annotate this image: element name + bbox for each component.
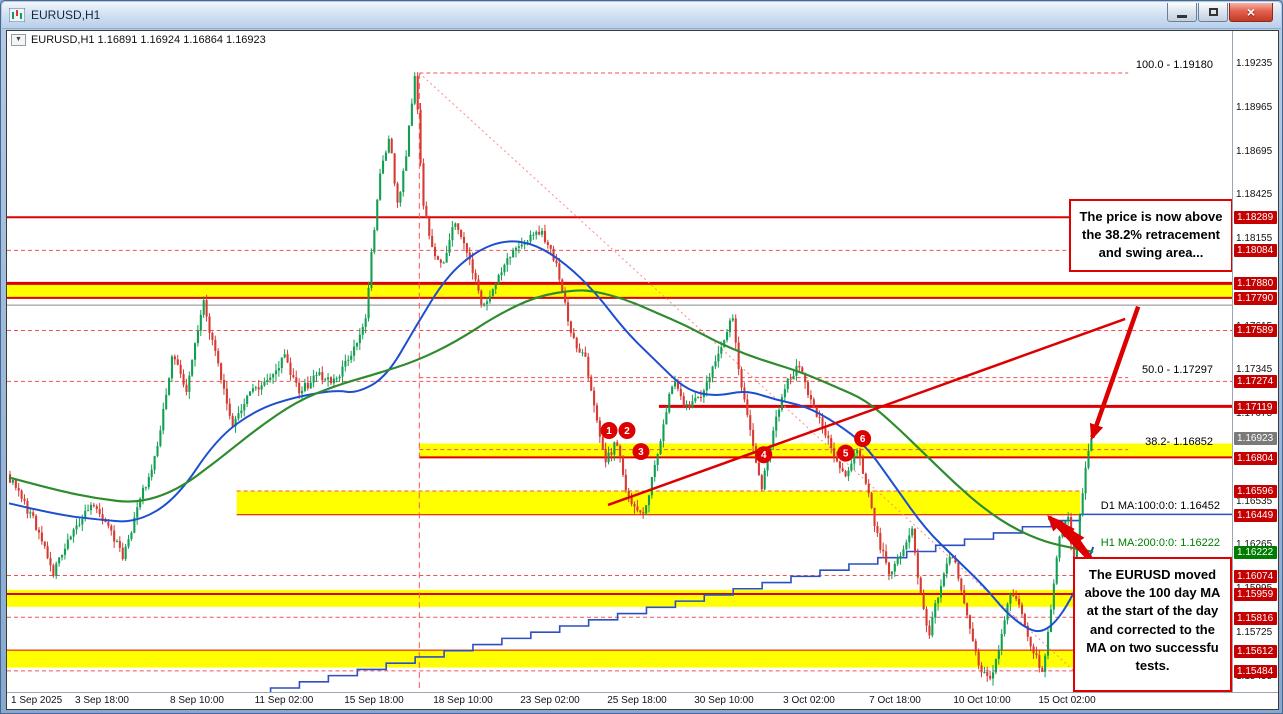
number-marker[interactable]: 1 xyxy=(601,422,618,439)
price-chart[interactable]: 1 23 4 56 xyxy=(7,31,1232,692)
price-axis[interactable]: 1.19235 1.18965 1.18695 1.18425 1.18155 1.178… xyxy=(1232,31,1278,692)
maximize-button[interactable] xyxy=(1198,3,1228,22)
price-badge: 1.15612 xyxy=(1234,645,1277,658)
price-badge: 1.16074 xyxy=(1234,570,1277,583)
mt4-window: EURUSD,H1 × 1 23 4 56 ▼ EURUSD,H1 1.16891 1… xyxy=(0,0,1283,714)
window-controls: × xyxy=(1167,3,1273,22)
price-badge: 1.16804 xyxy=(1234,452,1277,465)
chart-area: 1 23 4 56 ▼ EURUSD,H1 1.16891 1.16924 1.168… xyxy=(6,30,1279,710)
number-marker[interactable]: 2 xyxy=(619,422,636,439)
time-tick: 3 Sep 18:00 xyxy=(75,695,129,706)
time-tick: 8 Sep 10:00 xyxy=(170,695,224,706)
time-tick: 18 Sep 10:00 xyxy=(433,695,493,706)
app-icon xyxy=(9,8,25,22)
price-tick: 1.17345 xyxy=(1236,364,1272,375)
number-marker[interactable]: 4 xyxy=(755,446,772,463)
ohlc-header: ▼ EURUSD,H1 1.16891 1.16924 1.16864 1.16… xyxy=(11,34,266,46)
price-tick: 1.18965 xyxy=(1236,102,1272,113)
maximize-icon xyxy=(1209,8,1218,16)
number-marker[interactable]: 5 xyxy=(837,445,854,462)
price-badge: 1.15816 xyxy=(1234,612,1277,625)
price-badge: 1.16923 xyxy=(1234,432,1277,445)
minimize-icon xyxy=(1177,15,1187,18)
fib-label-100: 100.0 - 1.19180 xyxy=(1136,59,1213,71)
time-tick: 11 Sep 02:00 xyxy=(255,695,314,706)
chart-dropdown-button[interactable]: ▼ xyxy=(11,34,26,46)
time-tick: 23 Sep 02:00 xyxy=(520,695,580,706)
time-tick: 15 Sep 18:00 xyxy=(344,695,404,706)
price-badge: 1.16222 xyxy=(1234,546,1277,559)
minimize-button[interactable] xyxy=(1167,3,1197,22)
price-badge: 1.15484 xyxy=(1234,665,1277,678)
close-button[interactable]: × xyxy=(1229,3,1273,22)
plot[interactable]: 1 23 4 56 ▼ EURUSD,H1 1.16891 1.16924 1.168… xyxy=(7,31,1232,692)
time-tick: 7 Oct 18:00 xyxy=(869,695,921,706)
number-marker[interactable]: 3 xyxy=(632,443,649,460)
number-marker[interactable]: 6 xyxy=(854,430,871,447)
price-tick: 1.18695 xyxy=(1236,146,1272,157)
fib-label-38: 38.2- 1.16852 xyxy=(1145,436,1213,448)
price-tick: 1.18155 xyxy=(1236,233,1272,244)
price-badge: 1.18084 xyxy=(1234,244,1277,257)
time-axis[interactable]: 1 Sep 2025 3 Sep 18:00 8 Sep 10:00 11 Sep 0… xyxy=(7,692,1278,709)
price-badge: 1.17790 xyxy=(1234,292,1277,305)
fib-label-50: 50.0 - 1.17297 xyxy=(1142,364,1213,376)
ohlc-text: EURUSD,H1 1.16891 1.16924 1.16864 1.1692… xyxy=(31,34,266,46)
time-tick: 1 Sep 2025 xyxy=(11,695,62,706)
svg-text:3: 3 xyxy=(638,447,644,458)
svg-text:2: 2 xyxy=(624,426,630,437)
svg-text:6: 6 xyxy=(860,434,866,445)
price-badge: 1.17589 xyxy=(1234,324,1277,337)
price-badge: 1.16449 xyxy=(1234,509,1277,522)
price-tick: 1.18425 xyxy=(1236,189,1272,200)
h1-100-ma-line xyxy=(9,241,1093,631)
callout-bottom[interactable]: The EURUSD moved above the 100 day MA at… xyxy=(1073,557,1232,692)
svg-text:1: 1 xyxy=(606,426,612,437)
price-badge: 1.18289 xyxy=(1234,211,1277,224)
price-badge: 1.15959 xyxy=(1234,588,1277,601)
svg-text:4: 4 xyxy=(761,450,767,461)
price-badge: 1.17880 xyxy=(1234,277,1277,290)
titlebar[interactable]: EURUSD,H1 × xyxy=(2,2,1281,29)
price-tick: 1.19235 xyxy=(1236,58,1272,69)
time-tick: 30 Sep 10:00 xyxy=(694,695,754,706)
d1-ma-label: D1 MA:100:0:0: 1.16452 xyxy=(1101,500,1220,512)
time-tick: 15 Oct 02:00 xyxy=(1038,695,1095,706)
time-tick: 25 Sep 18:00 xyxy=(607,695,667,706)
callout-top[interactable]: The price is now above the 38.2% retrace… xyxy=(1069,199,1232,272)
price-badge: 1.17274 xyxy=(1234,375,1277,388)
price-badge: 1.17119 xyxy=(1234,401,1277,414)
close-icon: × xyxy=(1247,5,1255,19)
time-tick: 3 Oct 02:00 xyxy=(783,695,835,706)
price-badge: 1.16596 xyxy=(1234,485,1277,498)
time-tick: 10 Oct 10:00 xyxy=(953,695,1010,706)
price-tick: 1.15725 xyxy=(1236,627,1272,638)
h1-ma-label: H1 MA:200:0:0: 1.16222 xyxy=(1101,537,1220,549)
window-title: EURUSD,H1 xyxy=(31,8,100,22)
svg-text:5: 5 xyxy=(843,449,849,460)
